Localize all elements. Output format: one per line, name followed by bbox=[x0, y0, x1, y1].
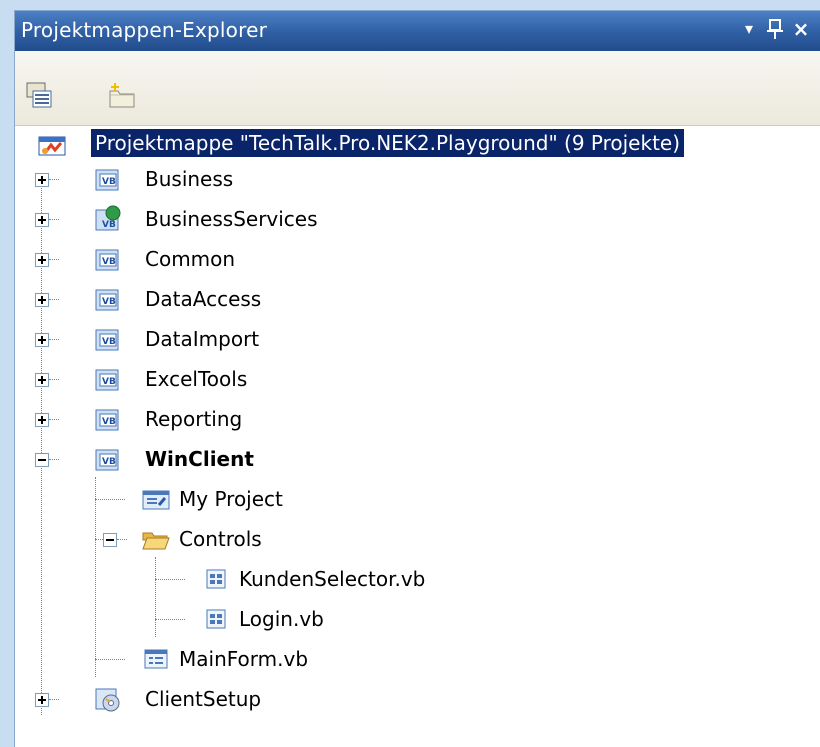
tree-label-project: ExcelTools bbox=[145, 367, 248, 391]
tree-label-file: Login.vb bbox=[239, 607, 324, 631]
pin-icon bbox=[767, 19, 783, 39]
svg-text:VB: VB bbox=[102, 377, 116, 387]
expand-toggle[interactable] bbox=[35, 693, 49, 707]
properties-button[interactable] bbox=[25, 81, 53, 109]
tree-row-solution[interactable]: Projektmappe "TechTalk.Pro.NEK2.Playgrou… bbox=[15, 125, 820, 161]
svg-text:VB: VB bbox=[102, 177, 116, 187]
vb-form-file-icon bbox=[206, 609, 226, 629]
expand-toggle[interactable] bbox=[35, 373, 49, 387]
expand-toggle[interactable] bbox=[35, 253, 49, 267]
svg-text:VB: VB bbox=[102, 417, 116, 427]
tree-label-my-project: My Project bbox=[179, 487, 283, 511]
my-project-icon bbox=[142, 490, 170, 510]
svg-text:VB: VB bbox=[102, 257, 116, 267]
properties-icon bbox=[26, 82, 52, 108]
vb-project-icon: VB bbox=[95, 289, 119, 311]
tree-row-project-winclient[interactable]: VB WinClient bbox=[15, 441, 820, 477]
panel-title: Projektmappen-Explorer bbox=[21, 18, 268, 42]
auto-hide-pin-button[interactable] bbox=[763, 15, 787, 43]
tree-row-project[interactable]: VB BusinessServices bbox=[15, 201, 820, 237]
tree-row-project[interactable]: VB Common bbox=[15, 241, 820, 277]
tree-label-project: DataImport bbox=[145, 327, 260, 351]
vb-project-icon: VB bbox=[95, 449, 119, 471]
tree-row-folder-controls[interactable]: Controls bbox=[15, 521, 820, 557]
toolbar bbox=[15, 51, 820, 126]
tree-label-project: Common bbox=[145, 247, 236, 271]
solution-icon bbox=[38, 136, 66, 156]
vb-project-icon: VB bbox=[95, 249, 119, 271]
vb-project-icon: VB bbox=[95, 409, 119, 431]
vb-project-icon: VB bbox=[95, 329, 119, 351]
open-folder-icon bbox=[142, 532, 170, 550]
new-folder-icon bbox=[109, 83, 135, 108]
tree-row-project[interactable]: VB Business bbox=[15, 161, 820, 197]
tree-label-file: MainForm.vb bbox=[179, 647, 309, 671]
vb-web-project-icon: VB bbox=[95, 205, 121, 231]
tree-row-file[interactable]: Login.vb bbox=[15, 601, 820, 637]
window-position-dropdown-button[interactable]: ▾ bbox=[737, 15, 761, 43]
collapse-toggle[interactable] bbox=[35, 453, 49, 467]
expand-toggle[interactable] bbox=[35, 293, 49, 307]
expand-toggle[interactable] bbox=[35, 173, 49, 187]
svg-text:VB: VB bbox=[102, 337, 116, 347]
new-folder-button[interactable] bbox=[107, 81, 135, 109]
tree-label-project: BusinessServices bbox=[145, 207, 318, 231]
svg-text:VB: VB bbox=[102, 297, 116, 307]
tree-row-project[interactable]: VB DataImport bbox=[15, 321, 820, 357]
title-bar: Projektmappen-Explorer ▾ × bbox=[15, 11, 820, 51]
expand-toggle[interactable] bbox=[35, 413, 49, 427]
tree-row-project[interactable]: VB ExcelTools bbox=[15, 361, 820, 397]
tree-label-project: WinClient bbox=[145, 447, 254, 471]
setup-project-icon bbox=[95, 688, 120, 712]
tree-row-project[interactable]: VB Reporting bbox=[15, 401, 820, 437]
collapse-toggle[interactable] bbox=[103, 533, 117, 547]
close-button[interactable]: × bbox=[789, 15, 813, 43]
tree-row-project[interactable]: VB DataAccess bbox=[15, 281, 820, 317]
tree-row-my-project[interactable]: My Project bbox=[15, 481, 820, 517]
tree-row-project-setup[interactable]: ClientSetup bbox=[15, 681, 820, 717]
tree-row-file[interactable]: MainForm.vb bbox=[15, 641, 820, 677]
tree-label-project: ClientSetup bbox=[145, 687, 262, 711]
vb-form-file-icon bbox=[206, 569, 226, 589]
tree-row-file[interactable]: KundenSelector.vb bbox=[15, 561, 820, 597]
tree-label-project: Reporting bbox=[145, 407, 243, 431]
tree-label-folder: Controls bbox=[179, 527, 262, 551]
tree-label-project: DataAccess bbox=[145, 287, 262, 311]
expand-toggle[interactable] bbox=[35, 213, 49, 227]
solution-tree: Projektmappe "TechTalk.Pro.NEK2.Playgrou… bbox=[15, 125, 820, 747]
expand-toggle[interactable] bbox=[35, 333, 49, 347]
tree-label-file: KundenSelector.vb bbox=[239, 567, 426, 591]
solution-explorer-panel: Projektmappen-Explorer ▾ × Projektmappe … bbox=[14, 10, 820, 747]
tree-label-solution: Projektmappe "TechTalk.Pro.NEK2.Playgrou… bbox=[91, 129, 685, 157]
svg-text:VB: VB bbox=[102, 220, 116, 230]
tree-label-project: Business bbox=[145, 167, 234, 191]
vb-project-icon: VB bbox=[95, 369, 119, 391]
svg-text:VB: VB bbox=[102, 457, 116, 467]
windows-form-icon bbox=[144, 649, 168, 669]
vb-project-icon: VB bbox=[95, 169, 119, 191]
